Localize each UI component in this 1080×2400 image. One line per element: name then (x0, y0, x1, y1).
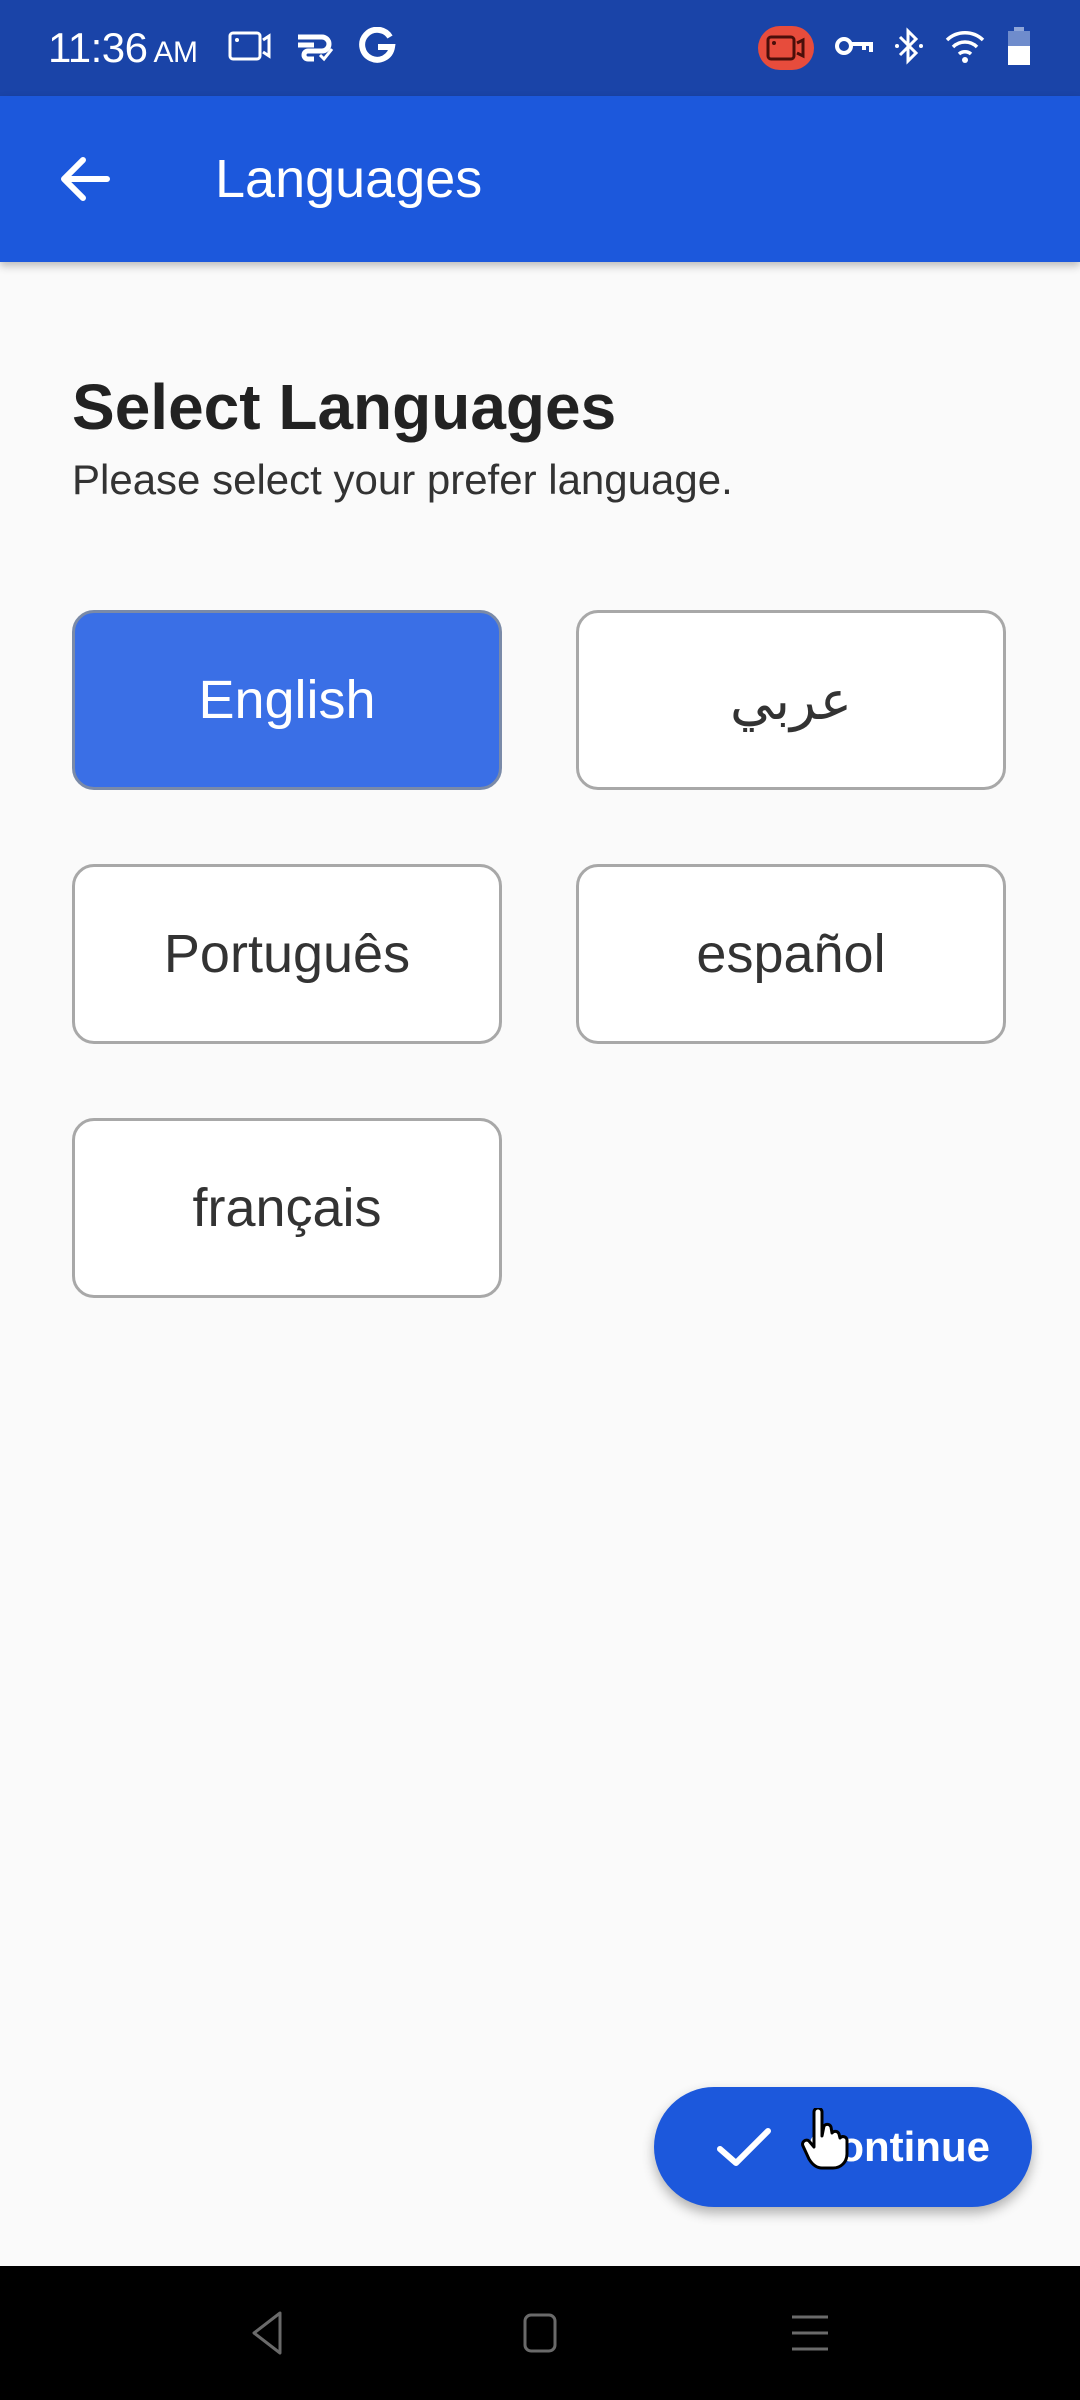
nav-home-button[interactable] (510, 2308, 570, 2358)
data-saver-icon (294, 29, 336, 68)
recording-active-icon (758, 26, 814, 70)
status-bar: 11:36 AM (0, 0, 1080, 96)
nav-back-button[interactable] (238, 2308, 298, 2358)
language-option-french[interactable]: français (72, 1118, 502, 1298)
nav-recents-button[interactable] (780, 2308, 840, 2358)
page-heading: Select Languages (72, 371, 617, 443)
bluetooth-icon (894, 26, 924, 71)
battery-icon (1006, 26, 1032, 71)
app-title: Languages (215, 149, 483, 209)
google-icon (358, 26, 396, 70)
screen-record-icon (228, 30, 272, 67)
language-option-portuguese[interactable]: Português (72, 864, 502, 1044)
content: Select Languages Please select your pref… (72, 262, 1008, 1298)
app-bar: Languages (0, 96, 1080, 262)
vpn-key-icon (834, 34, 874, 63)
home-nav-icon (523, 2313, 557, 2353)
back-button[interactable] (35, 129, 135, 229)
system-nav-bar (0, 2266, 1080, 2400)
back-nav-icon (252, 2311, 282, 2355)
language-option-spanish[interactable]: español (576, 864, 1006, 1044)
status-time-value: 11:36 (48, 24, 148, 71)
recents-nav-icon (792, 2315, 828, 2351)
page-subheading: Please select your prefer language. (72, 456, 733, 503)
wifi-icon (944, 28, 986, 69)
hand-cursor-icon (801, 2108, 849, 2170)
arrow-left-icon (61, 157, 110, 201)
status-time: 11:36 AM (48, 24, 198, 72)
check-icon (714, 2117, 774, 2177)
language-option-arabic[interactable]: عربي (576, 610, 1006, 790)
language-grid: English عربي Português español français (72, 610, 1008, 1298)
status-time-ampm: AM (153, 36, 199, 69)
language-option-english[interactable]: English (72, 610, 502, 790)
